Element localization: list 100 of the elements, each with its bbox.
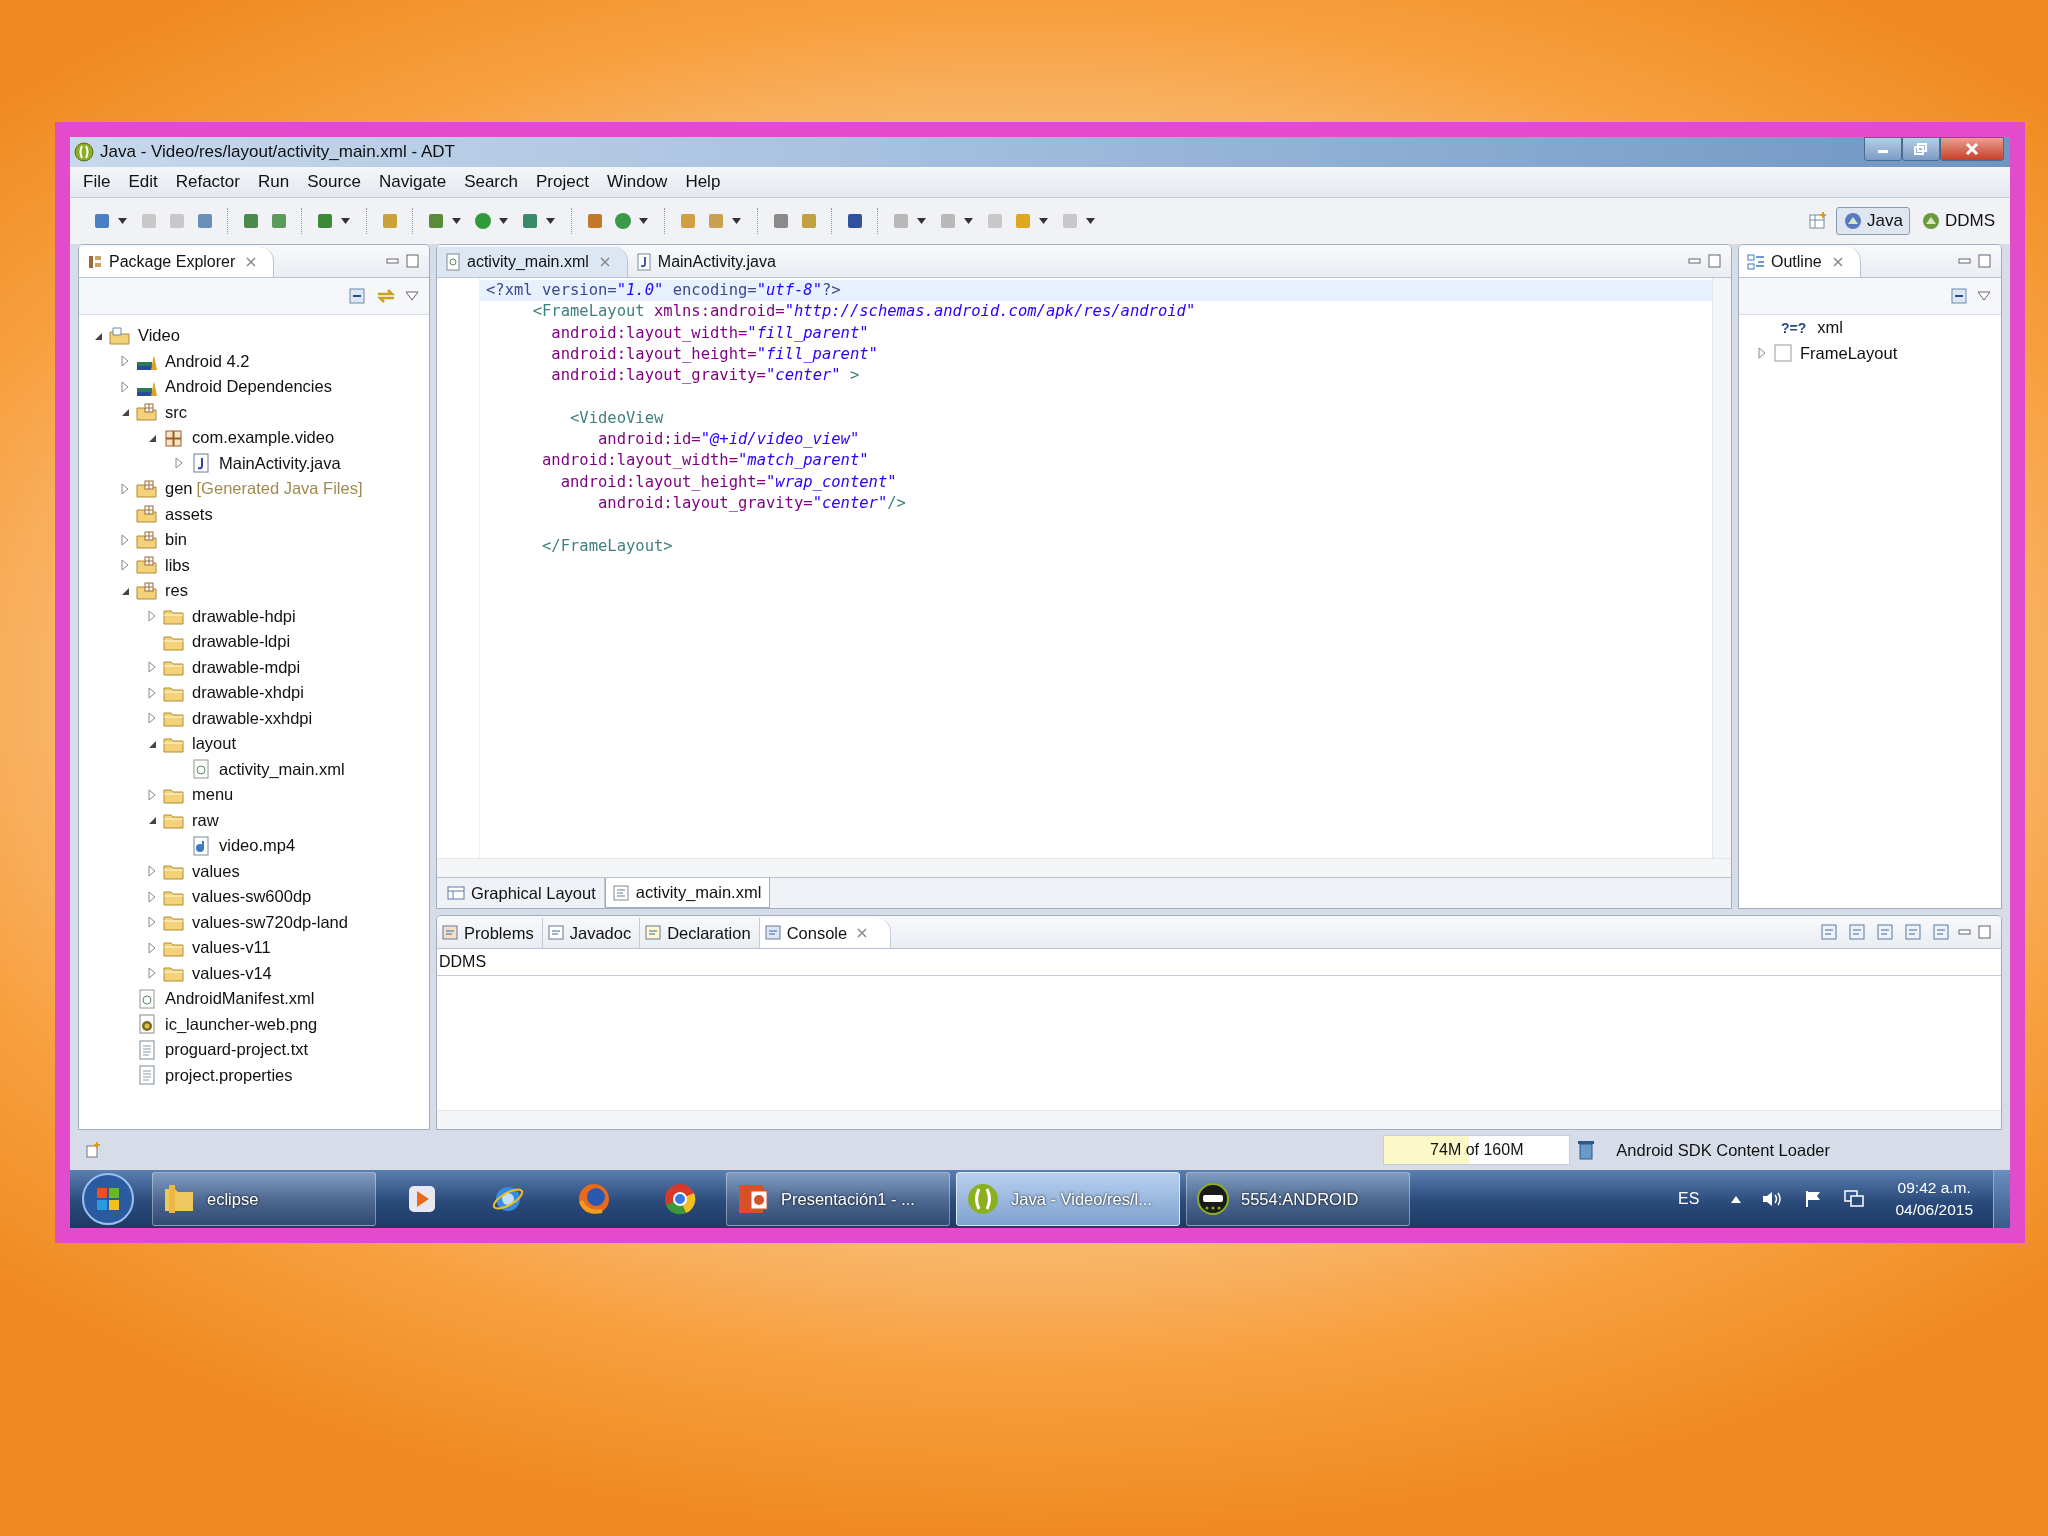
taskbar-button[interactable]: Presentación1 - ... [726, 1172, 950, 1226]
taskbar-button[interactable]: eclipse [152, 1172, 376, 1226]
collapsed-arrow-icon[interactable] [147, 686, 157, 699]
caret-icon[interactable] [917, 218, 926, 224]
caret-icon[interactable] [1039, 218, 1048, 224]
caret-icon[interactable] [546, 218, 555, 224]
tree-item[interactable]: values-sw600dp [189, 887, 312, 907]
view-tab[interactable]: Outline [1739, 247, 1861, 277]
menu-title[interactable]: Edit [119, 172, 167, 192]
view-menu-icon[interactable] [405, 290, 419, 302]
menu-title[interactable]: Run [248, 172, 299, 192]
restore-button[interactable] [1902, 137, 1940, 161]
collapsed-arrow-icon[interactable] [120, 380, 130, 393]
collapsed-arrow-icon[interactable] [120, 533, 130, 546]
view-tab[interactable]: Console [759, 918, 892, 948]
tree-item[interactable]: Android 4.2 [162, 351, 250, 371]
collapsed-arrow-icon[interactable] [174, 457, 184, 470]
collapsed-arrow-icon[interactable] [147, 712, 157, 725]
view-tab[interactable]: Declaration [640, 918, 760, 948]
tree-item[interactable]: values-sw720dp-land [189, 912, 348, 932]
tree-item[interactable]: com.example.video [189, 428, 335, 448]
menu-title[interactable]: Window [597, 172, 677, 192]
caret-icon[interactable] [341, 218, 350, 224]
maximize-icon[interactable] [1977, 254, 1993, 268]
collapsed-arrow-icon[interactable] [1757, 347, 1767, 360]
tree-item[interactable]: menu [189, 785, 234, 805]
menu-title[interactable]: File [74, 172, 120, 192]
editor-mode-tab[interactable]: Graphical Layout [441, 878, 605, 908]
network-icon[interactable] [1843, 1189, 1866, 1209]
collapse-all-icon[interactable] [1949, 286, 1969, 306]
tree-item[interactable]: Video [135, 326, 180, 346]
clock-time[interactable]: 09:42 a.m. [1897, 1179, 1971, 1197]
menu-title[interactable]: Source [298, 172, 370, 192]
tree-item[interactable]: project.properties [162, 1065, 293, 1085]
editor-mode-tab[interactable]: activity_main.xml [604, 878, 771, 908]
start-button[interactable] [80, 1171, 136, 1227]
perspective-button[interactable]: DDMS [1913, 207, 2002, 235]
tree-item[interactable]: drawable-ldpi [189, 632, 291, 652]
menu-title[interactable]: Refactor [166, 172, 249, 192]
tree-item[interactable]: drawable-xhdpi [189, 683, 304, 703]
view-menu-icon[interactable] [1977, 290, 1991, 302]
maximize-icon[interactable] [1707, 254, 1723, 268]
clock-date[interactable]: 04/06/2015 [1895, 1201, 1973, 1219]
caret-icon[interactable] [732, 218, 741, 224]
tree-item[interactable]: bin [162, 530, 188, 550]
collapsed-arrow-icon[interactable] [147, 941, 157, 954]
tree-item[interactable]: drawable-hdpi [189, 606, 296, 626]
tree-item[interactable]: libs [162, 555, 190, 575]
collapsed-arrow-icon[interactable] [120, 355, 130, 368]
caret-icon[interactable] [639, 218, 648, 224]
caret-icon[interactable] [499, 218, 508, 224]
view-tab[interactable]: Javadoc [542, 918, 641, 948]
input-language[interactable]: ES [1678, 1190, 1700, 1208]
trash-icon[interactable] [1576, 1139, 1597, 1161]
taskbar-button[interactable]: 5554:ANDROID [1186, 1172, 1410, 1226]
collapse-all-icon[interactable] [347, 286, 367, 306]
tree-item[interactable]: drawable-xxhdpi [189, 708, 313, 728]
menu-title[interactable]: Help [676, 172, 730, 192]
expanded-arrow-icon[interactable] [120, 407, 130, 418]
tree-item[interactable]: raw [189, 810, 219, 830]
collapsed-arrow-icon[interactable] [147, 916, 157, 929]
collapsed-arrow-icon[interactable] [147, 890, 157, 903]
menu-title[interactable]: Project [527, 172, 598, 192]
view-tab[interactable]: Package Explorer [79, 247, 275, 277]
caret-icon[interactable] [118, 218, 127, 224]
collapsed-arrow-icon[interactable] [147, 610, 157, 623]
tree-item[interactable]: values-v14 [189, 963, 272, 983]
minimize-button[interactable] [1864, 137, 1902, 161]
tree-item[interactable]: res [162, 581, 188, 601]
tree-item[interactable]: drawable-mdpi [189, 657, 301, 677]
caret-icon[interactable] [452, 218, 461, 224]
close-icon[interactable] [1831, 256, 1844, 268]
tree-item[interactable]: ic_launcher-web.png [162, 1014, 318, 1034]
tree-item[interactable]: assets [162, 504, 213, 524]
collapsed-arrow-icon[interactable] [120, 559, 130, 572]
tree-item[interactable]: src [162, 402, 187, 422]
view-tab[interactable]: Problems [437, 918, 543, 948]
editor-tab[interactable]: MainActivity.java [627, 247, 792, 277]
tree-item[interactable]: activity_main.xml [216, 759, 345, 779]
maximize-icon[interactable] [1977, 925, 1993, 939]
menu-title[interactable]: Search [455, 172, 527, 192]
perspective-button[interactable]: Java [1836, 207, 1910, 235]
collapsed-arrow-icon[interactable] [120, 482, 130, 495]
close-icon[interactable] [245, 256, 258, 268]
close-icon[interactable] [856, 927, 869, 939]
tree-item[interactable]: proguard-project.txt [162, 1040, 309, 1060]
tree-item[interactable]: Android Dependencies [162, 377, 332, 397]
tree-item[interactable]: values [189, 861, 240, 881]
close-icon[interactable] [598, 256, 611, 268]
caret-icon[interactable] [1086, 218, 1095, 224]
maximize-icon[interactable] [405, 254, 421, 268]
collapsed-arrow-icon[interactable] [147, 865, 157, 878]
tree-item[interactable]: MainActivity.java [216, 453, 341, 473]
expanded-arrow-icon[interactable] [147, 815, 157, 826]
collapsed-arrow-icon[interactable] [147, 788, 157, 801]
tree-item[interactable]: values-v11 [189, 938, 271, 958]
collapsed-arrow-icon[interactable] [147, 967, 157, 980]
show-desktop-button[interactable] [1993, 1170, 2010, 1228]
menu-title[interactable]: Navigate [370, 172, 456, 192]
tree-item[interactable]: video.mp4 [216, 836, 296, 856]
